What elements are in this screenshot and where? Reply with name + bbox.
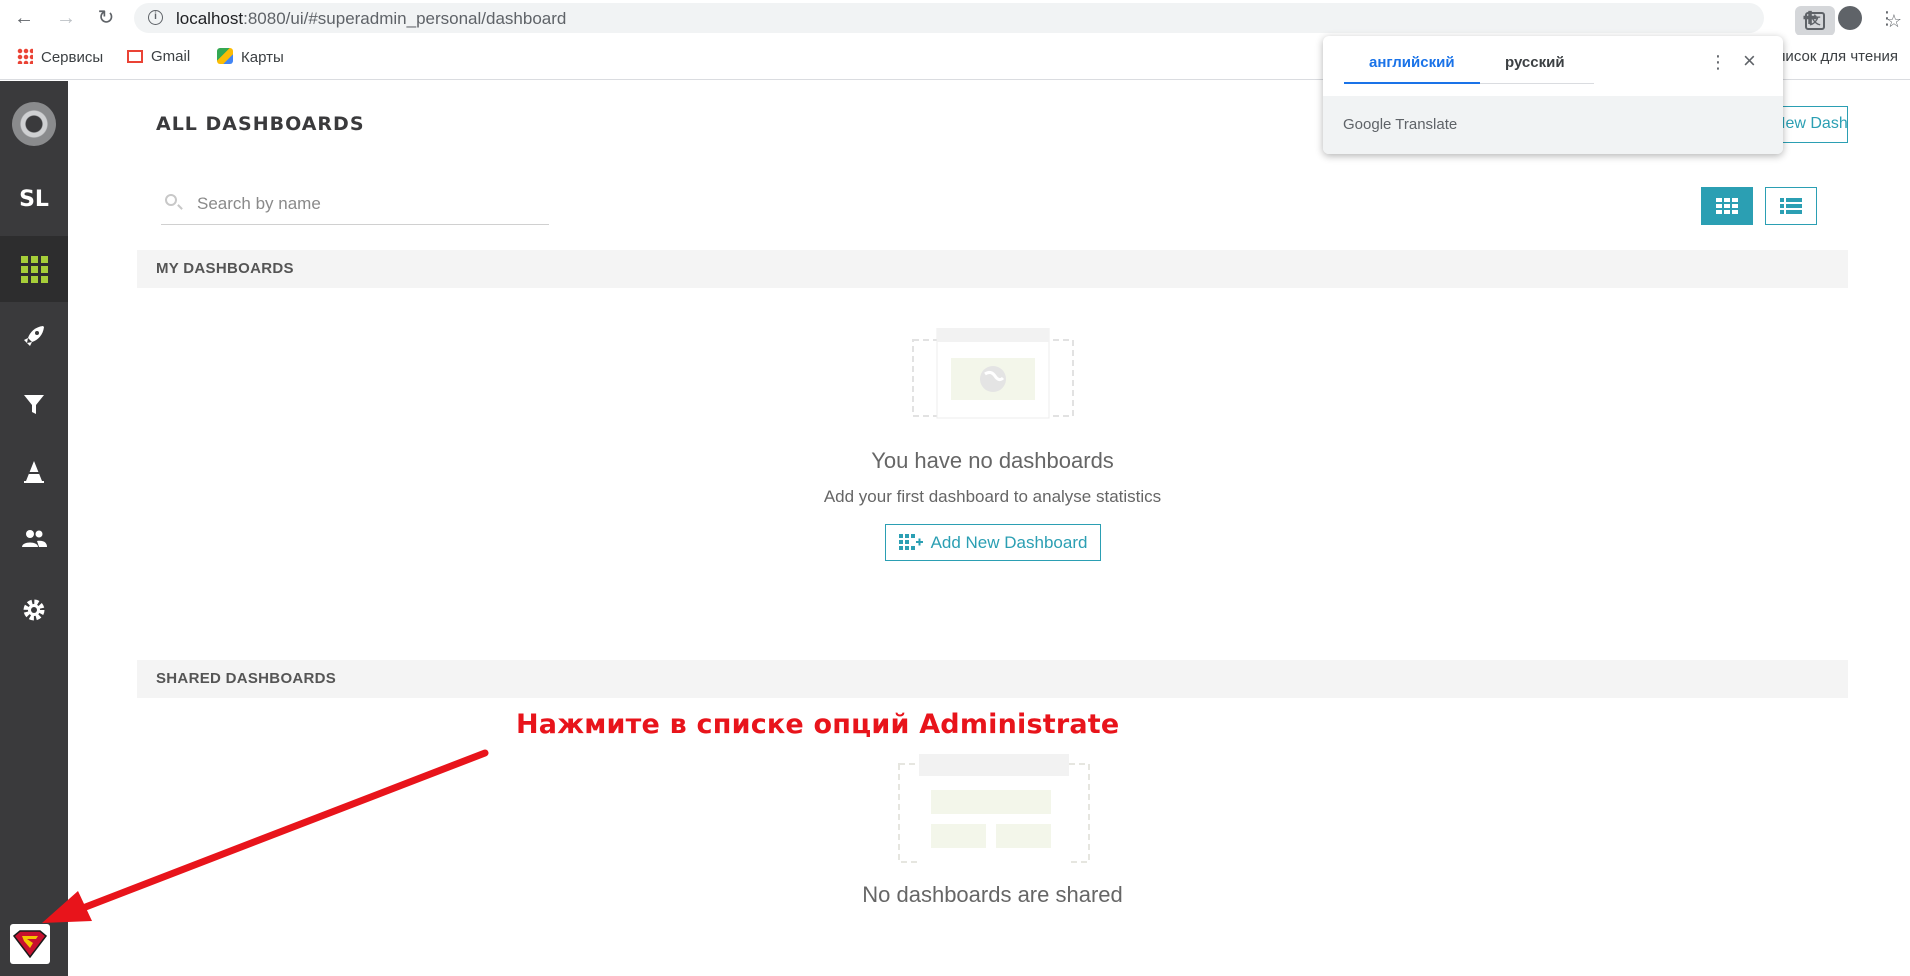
apps-grid-icon (17, 48, 33, 64)
back-icon[interactable]: ← (12, 6, 36, 30)
shared-dashboards-header: SHARED DASHBOARDS (137, 660, 1848, 698)
translate-popup: английский русский ⋮ × Google Translate (1323, 36, 1783, 154)
users-icon[interactable] (0, 506, 68, 572)
google-translate-label: Google Translate (1343, 116, 1458, 133)
instruction-annotation: Нажмите в списке опций Administrate (516, 709, 1120, 740)
annotation-arrow-icon (42, 749, 489, 923)
superman-avatar-icon[interactable] (10, 924, 50, 964)
tab-divider (1480, 83, 1594, 84)
grid-view-button[interactable] (1701, 187, 1753, 225)
url-text[interactable]: localhost:8080/ui/#superadmin_personal/d… (176, 9, 566, 29)
empty-dashboard-illustration-icon (912, 328, 1074, 419)
profile-icon[interactable] (1838, 6, 1862, 30)
add-dashboard-icon (898, 533, 923, 550)
reload-icon[interactable]: ↻ (94, 6, 118, 30)
my-dashboards-panel: You have no dashboards Add your first da… (137, 288, 1848, 660)
empty-shared-illustration-icon (898, 754, 1090, 864)
page-title: ALL DASHBOARDS (156, 113, 365, 135)
reading-list[interactable]: писок для чтения (1777, 48, 1898, 65)
shared-dashboards-heading: SHARED DASHBOARDS (156, 670, 337, 687)
menu-icon[interactable]: ⋮ (1874, 5, 1900, 31)
add-new-dashboard-button[interactable]: Add New Dashboard (885, 524, 1101, 561)
tab-english-indicator (1344, 82, 1480, 84)
browser-toolbar: ← → ↻ i localhost:8080/ui/#superadmin_pe… (0, 0, 1910, 36)
maps-icon (217, 48, 233, 64)
more-options-icon[interactable]: ⋮ (1709, 52, 1727, 73)
forward-icon[interactable]: → (54, 6, 78, 30)
filter-icon[interactable] (0, 371, 68, 437)
translate-footer: Google Translate (1323, 96, 1783, 154)
dashboards-grid-icon[interactable] (0, 236, 68, 302)
gear-icon[interactable] (0, 577, 68, 643)
search-input[interactable] (197, 190, 537, 218)
search-panel (137, 162, 1848, 250)
list-view-button[interactable] (1765, 187, 1817, 225)
my-dashboards-empty-subtitle: Add your first dashboard to analyse stat… (823, 487, 1162, 506)
site-info-icon[interactable]: i (148, 10, 163, 25)
rocket-icon[interactable] (0, 303, 68, 369)
my-dashboards-empty-title: You have no dashboards (871, 448, 1114, 473)
close-icon[interactable]: × (1743, 48, 1756, 74)
user-initials[interactable]: SL (0, 166, 68, 232)
bookmark-services[interactable]: Сервисы (17, 48, 103, 66)
my-dashboards-header: MY DASHBOARDS (137, 250, 1848, 288)
gmail-icon (127, 50, 143, 63)
search-underline (161, 224, 549, 225)
bookmark-gmail[interactable]: Gmail (127, 48, 190, 65)
alert-cone-icon[interactable] (0, 439, 68, 505)
add-new-dashboard-label: Add New Dashboard (930, 532, 1088, 552)
address-bar[interactable]: i localhost:8080/ui/#superadmin_personal… (134, 3, 1902, 36)
logo-icon[interactable] (0, 91, 68, 157)
list-view-icon (1780, 198, 1802, 214)
tab-russian[interactable]: русский (1505, 54, 1565, 71)
tab-english[interactable]: английский (1369, 54, 1455, 71)
extensions-icon[interactable]: ✚ (1797, 5, 1823, 31)
bookmark-maps[interactable]: Карты (217, 48, 284, 66)
my-dashboards-heading: MY DASHBOARDS (156, 260, 294, 277)
grid-view-icon (1716, 198, 1738, 214)
search-icon (165, 194, 177, 206)
